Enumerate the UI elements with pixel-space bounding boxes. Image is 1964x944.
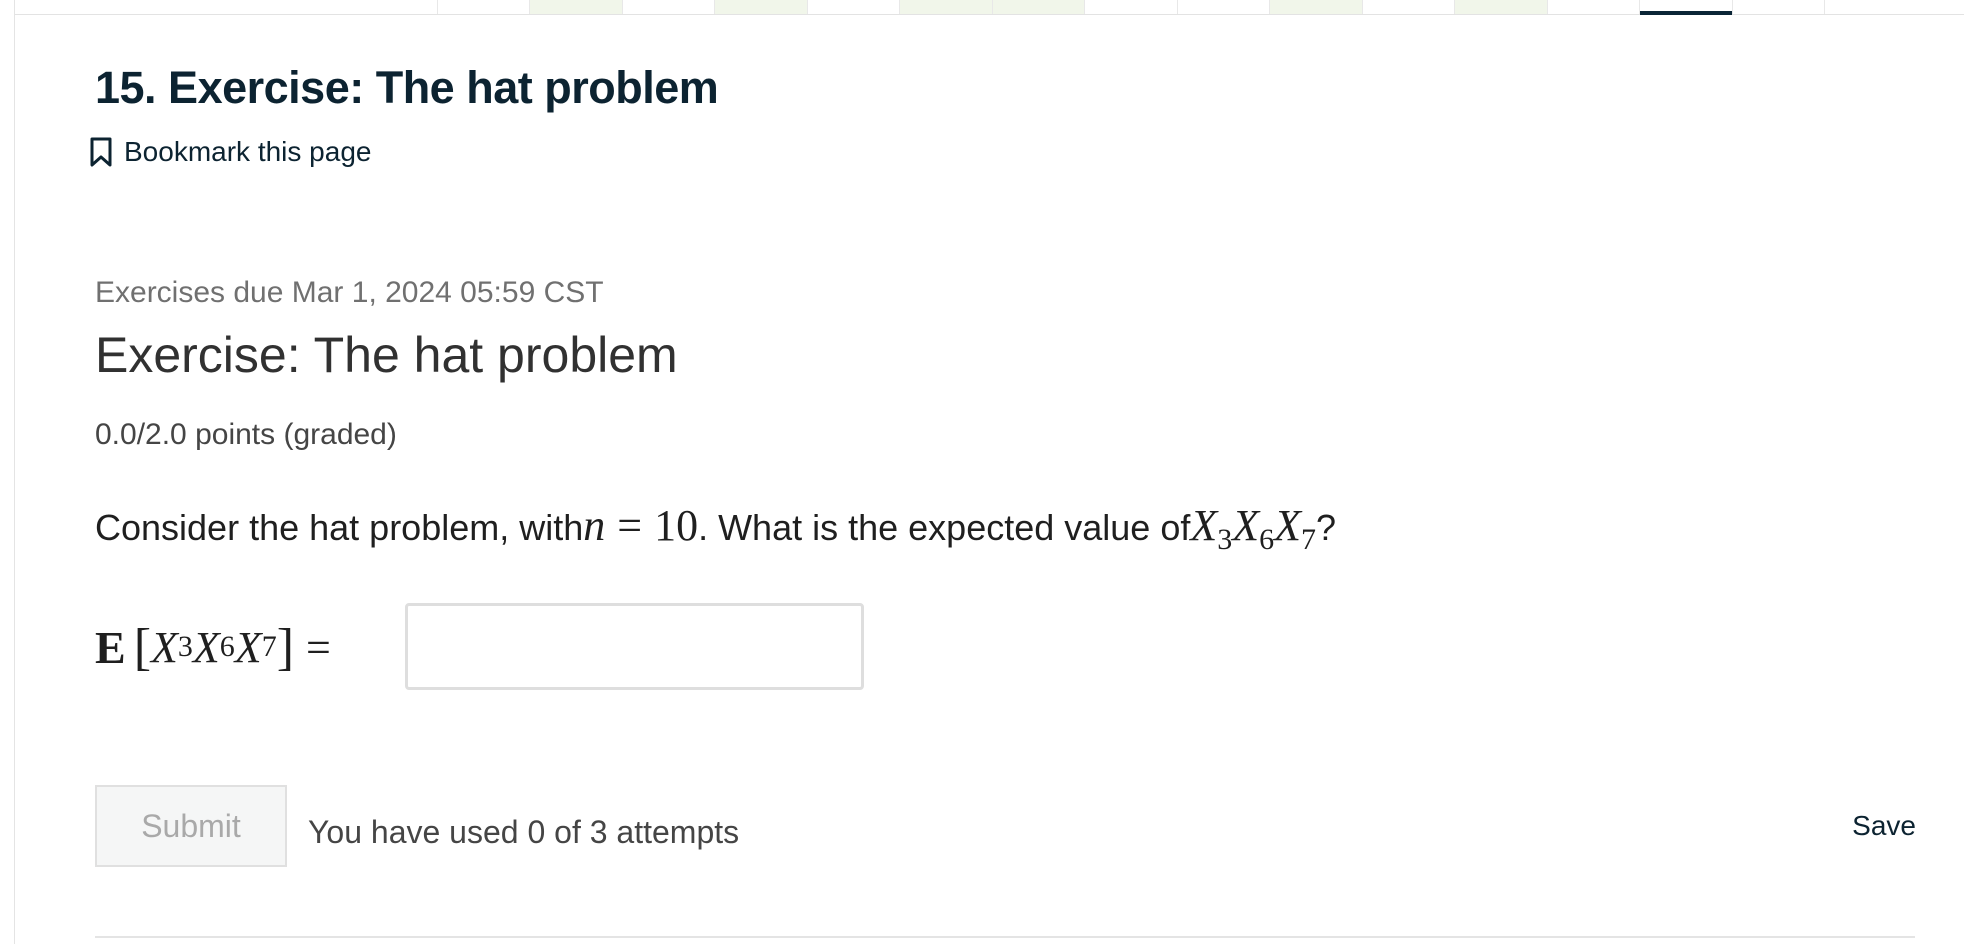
- question-text-part: ?: [1316, 507, 1337, 548]
- sequence-tab[interactable]: [530, 0, 623, 14]
- sequence-tab[interactable]: [1640, 0, 1733, 15]
- bookmark-icon: [88, 136, 114, 168]
- sequence-tab[interactable]: [438, 0, 530, 14]
- sequence-tab[interactable]: [1455, 0, 1548, 14]
- sequence-tab[interactable]: [1733, 0, 1825, 14]
- answer-expression-label: E [ X3X6X7 ] =: [95, 618, 331, 676]
- answer-input[interactable]: [405, 603, 864, 690]
- bookmark-label: Bookmark this page: [124, 136, 372, 167]
- due-date: Exercises due Mar 1, 2024 05:59 CST: [95, 276, 604, 309]
- left-border: [14, 0, 15, 944]
- question-text-part: . What is the expected value of: [698, 507, 1191, 548]
- sequence-tab[interactable]: [808, 0, 900, 14]
- sequence-tab[interactable]: [623, 0, 715, 14]
- sequence-tab[interactable]: [1178, 0, 1270, 14]
- sequence-tab[interactable]: [715, 0, 808, 14]
- problem-points: 0.0/2.0 points (graded): [95, 418, 397, 451]
- course-sequence-nav: [15, 0, 1964, 15]
- sequence-tab[interactable]: [1363, 0, 1455, 14]
- submit-button[interactable]: Submit: [95, 785, 287, 867]
- attempts-counter: You have used 0 of 3 attempts: [308, 814, 740, 850]
- save-button[interactable]: Save: [1852, 810, 1916, 842]
- sequence-tab[interactable]: [1085, 0, 1178, 14]
- divider: [95, 936, 1915, 938]
- problem-title: Exercise: The hat problem: [95, 327, 678, 383]
- sequence-tab[interactable]: [1270, 0, 1363, 14]
- sequence-tab[interactable]: [900, 0, 993, 14]
- unit-title: 15. Exercise: The hat problem: [95, 62, 719, 113]
- math-n-equals-10: n = 10: [583, 501, 699, 550]
- question-text-part: Consider the hat problem, with: [95, 507, 584, 548]
- sequence-tab[interactable]: [345, 0, 438, 14]
- question-text: Consider the hat problem, with n = 10 . Wh…: [95, 500, 1337, 556]
- math-x3x6x7: X3X6X7: [1190, 501, 1317, 556]
- sequence-tab[interactable]: [1548, 0, 1640, 14]
- sequence-tab[interactable]: [992, 0, 1085, 14]
- bookmark-button[interactable]: Bookmark this page: [88, 136, 371, 168]
